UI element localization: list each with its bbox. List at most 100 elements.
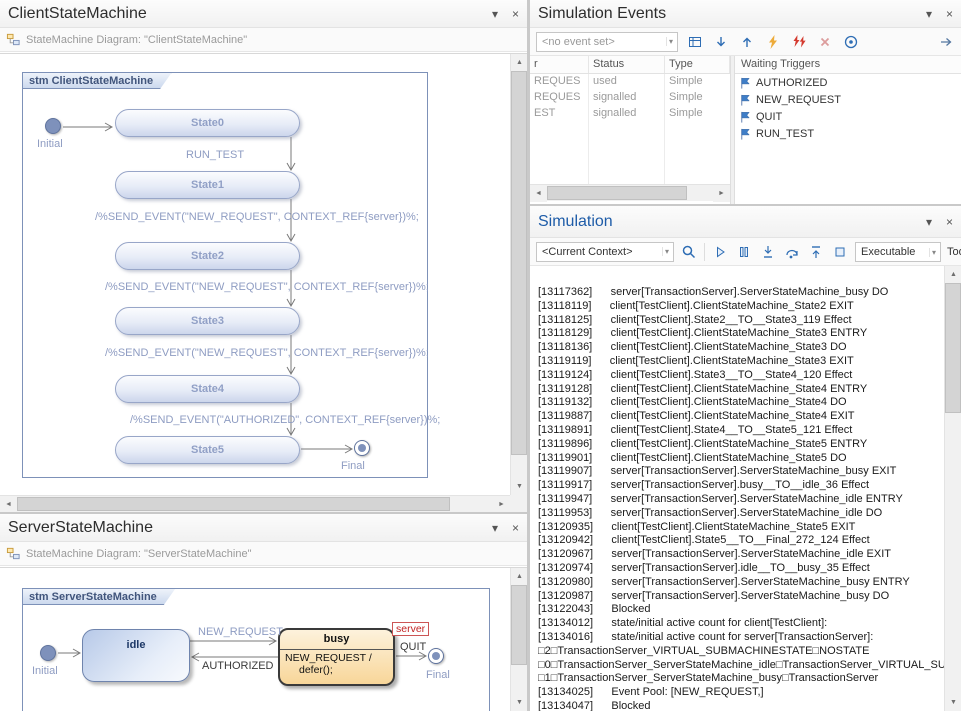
waiting-trigger-item[interactable]: QUIT [735, 108, 961, 125]
client-diagram-canvas[interactable]: stm ClientStateMachine Initial State0 St… [0, 54, 510, 495]
client-diagram-subtitle: StateMachine Diagram: "ClientStateMachin… [26, 34, 247, 46]
scroll-up-button[interactable]: ▲ [511, 54, 527, 71]
simulation-log[interactable]: [13117362] server[TransactionServer].Ser… [530, 266, 944, 711]
client-vertical-scrollbar[interactable]: ▲ ▼ [510, 54, 527, 495]
stop-simulation-icon[interactable] [831, 243, 849, 261]
fire-event-icon[interactable] [937, 33, 955, 51]
tools-menu-label[interactable]: Tools [947, 246, 961, 258]
log-line: [13119891] client[TestClient].State4__TO… [538, 424, 944, 438]
event-status-cell: used [589, 74, 665, 90]
events-panel-header: Simulation Events ▾ × [530, 0, 961, 28]
column-header-status[interactable]: Status [589, 56, 665, 73]
close-icon[interactable]: × [512, 522, 519, 534]
event-trigger-cell: REQUES [530, 74, 589, 90]
scroll-left-button[interactable]: ◄ [530, 185, 547, 202]
server-frame-label: stm ServerStateMachine [22, 588, 176, 605]
scroll-thumb[interactable] [547, 186, 687, 200]
close-icon[interactable]: × [946, 216, 953, 228]
chevron-down-icon[interactable]: ▾ [492, 522, 498, 534]
server-diagram-canvas[interactable]: stm ServerStateMachine Initial idle serv… [0, 568, 510, 711]
state-idle[interactable]: idle [82, 629, 190, 682]
chevron-down-icon[interactable]: ▾ [926, 8, 932, 20]
step-into-icon[interactable] [759, 243, 777, 261]
events-panel-title: Simulation Events [538, 5, 666, 23]
transition-label-send-new-request-2: /%SEND_EVENT("NEW_REQUEST", CONTEXT_REF{… [105, 281, 429, 293]
trigger-flag-icon [739, 76, 752, 90]
column-header-type[interactable]: Type [665, 56, 730, 73]
executable-combo-value: Executable [861, 246, 915, 258]
search-icon[interactable] [680, 243, 698, 261]
scroll-down-button[interactable]: ▼ [511, 478, 527, 495]
run-simulation-icon[interactable] [711, 243, 729, 261]
state-state0[interactable]: State0 [115, 109, 300, 137]
scroll-thumb[interactable] [511, 71, 527, 455]
scroll-right-button[interactable]: ► [713, 185, 730, 202]
step-over-icon[interactable] [783, 243, 801, 261]
event-list-icon[interactable] [686, 33, 704, 51]
delete-icon[interactable] [816, 33, 834, 51]
simulation-panel: Simulation ▾ × <Current Context> ▾ Execu… [530, 206, 961, 711]
events-horizontal-scrollbar[interactable]: ◄ ► [530, 184, 730, 201]
simulation-events-panel: Simulation Events ▾ × <no event set> ▾ r [530, 0, 961, 204]
final-node[interactable] [354, 440, 370, 456]
state-state5[interactable]: State5 [115, 436, 300, 464]
scroll-right-button[interactable]: ► [493, 496, 510, 512]
column-header-trigger[interactable]: r [530, 56, 589, 73]
close-icon[interactable]: × [512, 8, 519, 20]
transition-label-quit: QUIT [400, 641, 426, 653]
close-icon[interactable]: × [946, 8, 953, 20]
chevron-down-icon: ▾ [666, 37, 675, 46]
event-row[interactable]: REQUES used Simple [530, 74, 730, 90]
trigger-flag-icon [739, 93, 752, 107]
server-panel-header: ServerStateMachine ▾ × [0, 514, 527, 542]
scroll-up-button[interactable]: ▲ [511, 568, 527, 585]
scroll-thumb[interactable] [945, 283, 961, 413]
waiting-trigger-item[interactable]: AUTHORIZED [735, 74, 961, 91]
scroll-up-button[interactable]: ▲ [945, 266, 961, 283]
column-divider [588, 74, 589, 184]
state-busy[interactable]: busy NEW_REQUEST / defer(); [278, 628, 395, 686]
trigger-icon[interactable] [764, 33, 782, 51]
log-line: [13119124] client[TestClient].State3__TO… [538, 369, 944, 383]
ea-simulation-workspace: ClientStateMachine ▾ × StateMachine Diag… [0, 0, 961, 711]
event-trigger-cell: REQUES [530, 90, 589, 106]
log-line: [13118125] client[TestClient].State2__TO… [538, 314, 944, 328]
scroll-thumb[interactable] [511, 585, 527, 665]
server-vertical-scrollbar[interactable]: ▲ ▼ [510, 568, 527, 711]
state-state2[interactable]: State2 [115, 242, 300, 270]
log-line: □1□TransactionServer_ServerStateMachine_… [538, 672, 944, 686]
state-state3[interactable]: State3 [115, 307, 300, 335]
log-line: [13120942] client[TestClient].State5__TO… [538, 534, 944, 548]
scroll-down-button[interactable]: ▼ [511, 694, 527, 711]
final-node[interactable] [428, 648, 444, 664]
move-down-icon[interactable] [712, 33, 730, 51]
events-table[interactable]: r Status Type REQUES used Simple REQUES … [530, 56, 730, 204]
scroll-left-button[interactable]: ◄ [0, 496, 17, 512]
initial-node[interactable] [45, 118, 61, 134]
log-line: [13120974] server[TransactionServer].idl… [538, 562, 944, 576]
log-vertical-scrollbar[interactable]: ▲ ▼ [944, 266, 961, 711]
waiting-trigger-item[interactable]: RUN_TEST [735, 125, 961, 142]
step-out-icon[interactable] [807, 243, 825, 261]
pause-simulation-icon[interactable] [735, 243, 753, 261]
multi-trigger-icon[interactable] [790, 33, 808, 51]
waiting-trigger-item[interactable]: NEW_REQUEST [735, 91, 961, 108]
context-combo[interactable]: <Current Context> ▾ [536, 242, 674, 262]
chevron-down-icon[interactable]: ▾ [492, 8, 498, 20]
scroll-down-button[interactable]: ▼ [945, 694, 961, 711]
state-state4[interactable]: State4 [115, 375, 300, 403]
event-set-combo[interactable]: <no event set> ▾ [536, 32, 678, 52]
client-panel-title: ClientStateMachine [8, 5, 147, 23]
initial-node[interactable] [40, 645, 56, 661]
scroll-thumb[interactable] [17, 497, 450, 511]
executable-combo[interactable]: Executable ▾ [855, 242, 941, 262]
target-icon[interactable] [842, 33, 860, 51]
client-horizontal-scrollbar[interactable]: ◄ ► [0, 495, 510, 512]
event-row[interactable]: REQUES signalled Simple [530, 90, 730, 106]
event-row[interactable]: EST signalled Simple [530, 106, 730, 122]
state-state1[interactable]: State1 [115, 171, 300, 199]
log-line: □0□TransactionServer_ServerStateMachine_… [538, 659, 944, 673]
move-up-icon[interactable] [738, 33, 756, 51]
chevron-down-icon[interactable]: ▾ [926, 216, 932, 228]
client-diagram-area: stm ClientStateMachine Initial State0 St… [0, 53, 527, 512]
